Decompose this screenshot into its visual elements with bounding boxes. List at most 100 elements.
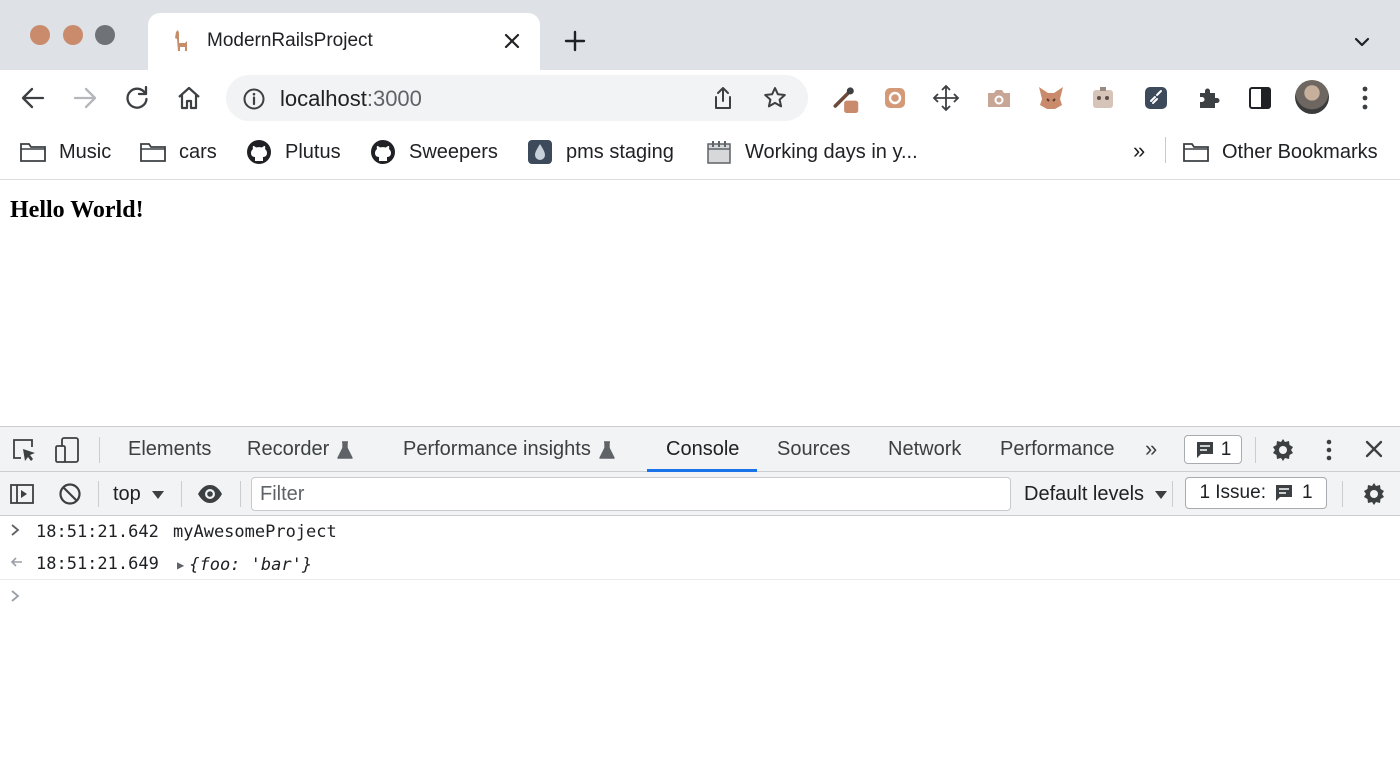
- address-bar[interactable]: localhost:3000: [226, 75, 808, 121]
- issues-button[interactable]: 1 Issue: 1: [1185, 477, 1327, 509]
- address-url[interactable]: localhost:3000: [280, 86, 422, 112]
- message-icon: [1196, 441, 1213, 458]
- tab-recorder[interactable]: Recorder: [247, 438, 353, 461]
- browser-tab-active[interactable]: ModernRailsProject: [148, 13, 540, 70]
- home-button[interactable]: [174, 83, 204, 113]
- extension-camera[interactable]: [984, 83, 1014, 113]
- profile-avatar[interactable]: [1295, 80, 1329, 114]
- console-result-row[interactable]: 18:51:21.649 ▶ {foo: 'bar'}: [0, 548, 1400, 580]
- console-settings-button[interactable]: [1361, 481, 1387, 507]
- context-selector[interactable]: top: [113, 483, 165, 506]
- side-panel-icon: [1249, 87, 1271, 109]
- bookmark-other-bookmarks[interactable]: Other Bookmarks: [1182, 138, 1378, 166]
- expand-triangle-icon[interactable]: ▶: [177, 558, 184, 572]
- object-preview[interactable]: ▶ {foo: 'bar'}: [177, 555, 312, 575]
- tab-elements[interactable]: Elements: [128, 438, 211, 461]
- tab-label: Network: [888, 438, 962, 460]
- context-value: top: [113, 483, 141, 505]
- bookmarks-separator: [1165, 137, 1166, 163]
- tab-performance[interactable]: Performance: [1000, 438, 1115, 461]
- browser-menu-button[interactable]: [1350, 83, 1380, 113]
- tab-search-chevron-icon[interactable]: [1350, 30, 1374, 54]
- tab-label: Sources: [777, 438, 851, 460]
- tab-console[interactable]: Console: [666, 438, 739, 461]
- bookmark-label: cars: [179, 140, 217, 163]
- move-cross-icon: [932, 84, 960, 112]
- console-separator: [0, 579, 1400, 580]
- close-tab-icon[interactable]: [500, 29, 524, 53]
- more-bookmarks-button[interactable]: »: [1133, 138, 1145, 164]
- bookmark-label: pms staging: [566, 140, 674, 163]
- gear-icon: [1364, 483, 1384, 505]
- toolbar-separator: [1255, 437, 1256, 463]
- inspect-element-button[interactable]: [11, 437, 37, 463]
- tab-network[interactable]: Network: [888, 438, 961, 461]
- console-message-row[interactable]: 18:51:21.642 myAwesomeProject: [0, 516, 1400, 548]
- devtools-settings-button[interactable]: [1270, 437, 1296, 463]
- eye-icon: [198, 485, 222, 503]
- close-window-button[interactable]: [30, 25, 50, 45]
- extension-fox[interactable]: [1036, 83, 1066, 113]
- bookmark-sweepers[interactable]: Sweepers: [369, 138, 498, 166]
- bookmark-star-icon[interactable]: [762, 85, 788, 111]
- reload-button[interactable]: [122, 83, 152, 113]
- home-icon: [178, 86, 200, 110]
- console-filter-bar: top Default levels 1 Issue: 1: [0, 472, 1400, 516]
- extension-move[interactable]: [931, 83, 961, 113]
- message-icon: [1275, 485, 1292, 501]
- extension-gear-orange[interactable]: [880, 83, 910, 113]
- back-button[interactable]: [18, 83, 48, 113]
- device-toolbar-button[interactable]: [54, 436, 80, 464]
- messages-count: 1: [1220, 438, 1232, 460]
- tab-performance-insights[interactable]: Performance insights: [403, 438, 615, 461]
- console-filter-input[interactable]: [251, 477, 1011, 511]
- tab-label: Performance: [1000, 438, 1115, 460]
- bookmark-music[interactable]: Music: [19, 138, 111, 166]
- eyedropper-icon: [833, 87, 859, 113]
- show-sidebar-button[interactable]: [9, 482, 35, 506]
- bookmark-label: Plutus: [285, 140, 341, 163]
- minimize-window-button[interactable]: [63, 25, 83, 45]
- zoom-window-button[interactable]: [95, 25, 115, 45]
- messages-badge-button[interactable]: 1: [1184, 435, 1242, 464]
- bookmark-label: Other Bookmarks: [1222, 140, 1378, 163]
- tab-title: ModernRailsProject: [207, 30, 373, 51]
- share-icon[interactable]: [710, 85, 736, 111]
- live-expression-button[interactable]: [196, 482, 224, 506]
- bookmark-cars[interactable]: cars: [139, 138, 217, 166]
- console-prompt-icon[interactable]: [8, 588, 24, 604]
- bookmark-working-days[interactable]: Working days in y...: [705, 138, 918, 166]
- extensions-menu-button[interactable]: [1193, 83, 1223, 113]
- bookmark-label: Working days in y...: [745, 140, 918, 163]
- devtools-tabbar: Elements Recorder Performance insights C…: [0, 427, 1400, 472]
- devtools-panel: Elements Recorder Performance insights C…: [0, 426, 1400, 774]
- new-tab-icon[interactable]: [562, 28, 588, 54]
- flask-icon: [337, 440, 353, 459]
- extension-robot[interactable]: [1088, 83, 1118, 113]
- device-toggle-icon: [55, 437, 79, 463]
- page-viewport: Hello World!: [0, 181, 1400, 426]
- caret-down-icon: [1155, 490, 1168, 499]
- object-close: }: [301, 555, 313, 575]
- github-icon: [245, 139, 273, 165]
- object-open: {foo:: [189, 555, 251, 575]
- close-devtools-button[interactable]: [1362, 437, 1386, 461]
- orange-gear-icon: [885, 88, 905, 108]
- clear-console-button[interactable]: [57, 481, 83, 507]
- tab-sources[interactable]: Sources: [777, 438, 850, 461]
- extension-link[interactable]: [1141, 83, 1171, 113]
- side-panel-button[interactable]: [1245, 83, 1275, 113]
- bookmark-plutus[interactable]: Plutus: [245, 138, 341, 166]
- flask-icon: [599, 440, 615, 459]
- forward-button[interactable]: [70, 83, 100, 113]
- site-info-icon[interactable]: [242, 87, 266, 111]
- console-timestamp: 18:51:21.649: [36, 554, 159, 574]
- log-levels-dropdown[interactable]: Default levels: [1024, 483, 1168, 506]
- more-tabs-button[interactable]: »: [1145, 436, 1157, 462]
- bookmark-pms-staging[interactable]: pms staging: [526, 138, 674, 166]
- close-icon: [1365, 440, 1383, 458]
- extension-eyedropper[interactable]: [830, 83, 860, 113]
- bookmark-label: Sweepers: [409, 140, 498, 163]
- input-chevron-icon: [11, 524, 20, 536]
- devtools-menu-button[interactable]: [1317, 437, 1341, 463]
